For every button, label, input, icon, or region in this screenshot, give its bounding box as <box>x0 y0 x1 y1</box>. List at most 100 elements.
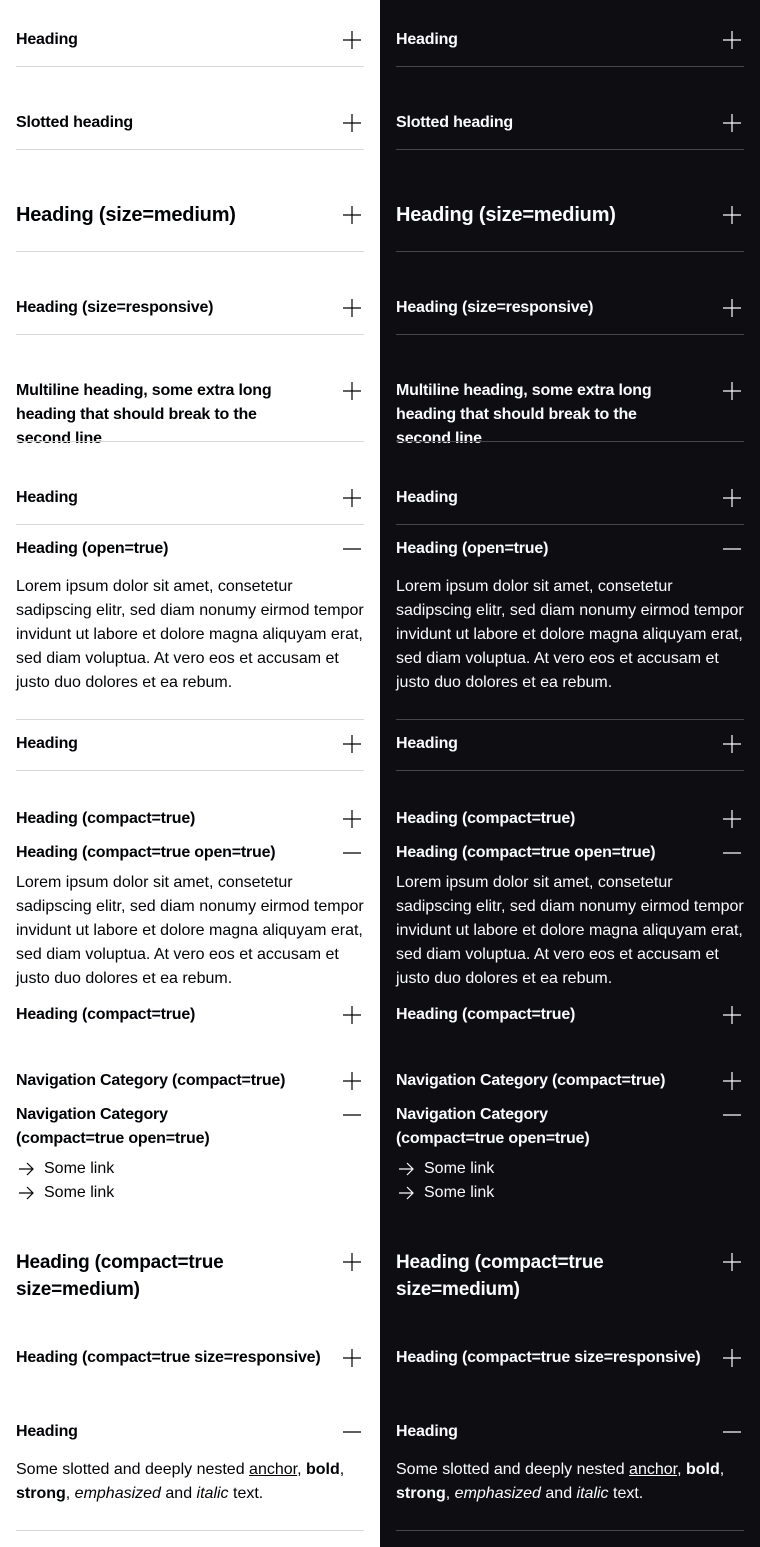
accordion-nav-category[interactable]: Navigation Category (compact=true) <box>16 1069 364 1093</box>
slotted-text: , <box>677 1461 686 1478</box>
accordion-compact[interactable]: Heading (compact=true) <box>16 1003 364 1027</box>
divider <box>396 770 744 771</box>
plus-icon[interactable] <box>342 1252 362 1272</box>
accordion-open[interactable]: Heading (open=true) <box>396 537 744 561</box>
accordion-medium[interactable]: Heading (size=medium) <box>16 201 364 229</box>
divider <box>16 524 364 525</box>
accordion-compact-open[interactable]: Heading (compact=true open=true) <box>16 841 364 865</box>
accordion-heading-open[interactable]: Heading <box>396 1420 744 1444</box>
accordion-compact[interactable]: Heading (compact=true) <box>396 807 744 831</box>
slotted-anchor-link[interactable]: anchor <box>249 1461 297 1478</box>
divider <box>16 770 364 771</box>
accordion-title: Heading (compact=true size=responsive) <box>396 1349 701 1366</box>
minus-icon[interactable] <box>342 1105 362 1125</box>
accordion-medium[interactable]: Heading (size=medium) <box>396 201 744 229</box>
plus-icon[interactable] <box>722 1348 742 1368</box>
accordion-compact[interactable]: Heading (compact=true) <box>396 1003 744 1027</box>
accordion-compact-open[interactable]: Heading (compact=true open=true) <box>396 841 744 865</box>
accordion-heading[interactable]: Heading <box>16 486 364 510</box>
nav-link[interactable]: Some link <box>396 1181 744 1205</box>
accordion-slotted-heading[interactable]: Slotted heading <box>396 111 744 135</box>
divider <box>16 251 364 252</box>
dark-theme-column: Heading Slotted heading Heading (size=me… <box>380 0 760 1547</box>
accordion-heading[interactable]: Heading <box>396 486 744 510</box>
divider <box>16 1530 364 1531</box>
plus-icon[interactable] <box>342 734 362 754</box>
plus-icon[interactable] <box>722 205 742 225</box>
slotted-content: Some slotted and deeply nested anchor, b… <box>396 1458 744 1506</box>
plus-icon[interactable] <box>342 30 362 50</box>
accordion-open[interactable]: Heading (open=true) <box>16 537 364 561</box>
slotted-text: , <box>445 1485 455 1502</box>
accordion-title: Navigation Category (compact=true open=t… <box>16 1106 210 1147</box>
accordion-nav-category-open[interactable]: Navigation Category (compact=true open=t… <box>16 1103 364 1151</box>
accordion-title: Heading (compact=true size=medium) <box>396 1252 604 1300</box>
plus-icon[interactable] <box>342 298 362 318</box>
arrow-right-icon <box>16 1183 36 1203</box>
accordion-title: Heading <box>16 735 78 752</box>
minus-icon[interactable] <box>722 539 742 559</box>
plus-icon[interactable] <box>722 1005 742 1025</box>
nav-link[interactable]: Some link <box>16 1181 364 1205</box>
divider <box>16 334 364 335</box>
accordion-compact-medium[interactable]: Heading (compact=true size=medium) <box>16 1249 364 1303</box>
accordion-heading[interactable]: Heading <box>396 28 744 52</box>
accordion-title: Heading (size=medium) <box>396 204 616 226</box>
plus-icon[interactable] <box>722 734 742 754</box>
plus-icon[interactable] <box>722 1252 742 1272</box>
accordion-title: Heading (open=true) <box>396 540 549 557</box>
minus-icon[interactable] <box>342 843 362 863</box>
plus-icon[interactable] <box>342 113 362 133</box>
plus-icon[interactable] <box>722 1071 742 1091</box>
accordion-nav-category-open[interactable]: Navigation Category (compact=true open=t… <box>396 1103 744 1151</box>
accordion-responsive[interactable]: Heading (size=responsive) <box>16 296 364 320</box>
divider <box>16 66 364 67</box>
accordion-title: Heading (compact=true size=responsive) <box>16 1349 321 1366</box>
accordion-nav-category[interactable]: Navigation Category (compact=true) <box>396 1069 744 1093</box>
plus-icon[interactable] <box>722 381 742 401</box>
plus-icon[interactable] <box>722 809 742 829</box>
accordion-compact[interactable]: Heading (compact=true) <box>16 807 364 831</box>
plus-icon[interactable] <box>342 488 362 508</box>
accordion-title: Navigation Category (compact=true open=t… <box>396 1106 590 1147</box>
accordion-compact-responsive[interactable]: Heading (compact=true size=responsive) <box>396 1346 744 1370</box>
accordion-title: Heading (compact=true) <box>16 1006 196 1023</box>
divider <box>396 149 744 150</box>
plus-icon[interactable] <box>342 1348 362 1368</box>
minus-icon[interactable] <box>342 1422 362 1442</box>
plus-icon[interactable] <box>722 113 742 133</box>
plus-icon[interactable] <box>722 488 742 508</box>
minus-icon[interactable] <box>722 843 742 863</box>
plus-icon[interactable] <box>342 205 362 225</box>
plus-icon[interactable] <box>342 809 362 829</box>
slotted-text: , <box>339 1461 345 1478</box>
minus-icon[interactable] <box>722 1105 742 1125</box>
slotted-anchor-link[interactable]: anchor <box>629 1461 677 1478</box>
plus-icon[interactable] <box>722 30 742 50</box>
minus-icon[interactable] <box>342 539 362 559</box>
accordion-multiline[interactable]: Multiline heading, some extra long headi… <box>16 379 364 447</box>
accordion-title: Heading (size=responsive) <box>396 299 594 316</box>
minus-icon[interactable] <box>722 1422 742 1442</box>
slotted-text: text. <box>608 1485 644 1502</box>
accordion-heading[interactable]: Heading <box>16 732 364 756</box>
accordion-heading[interactable]: Heading <box>396 732 744 756</box>
plus-icon[interactable] <box>342 381 362 401</box>
plus-icon[interactable] <box>342 1005 362 1025</box>
link-label: Some link <box>424 1160 495 1177</box>
accordion-multiline[interactable]: Multiline heading, some extra long headi… <box>396 379 744 447</box>
divider <box>396 66 744 67</box>
plus-icon[interactable] <box>722 298 742 318</box>
accordion-heading[interactable]: Heading <box>16 28 364 52</box>
accordion-heading-open[interactable]: Heading <box>16 1420 364 1444</box>
slotted-bold: bold <box>305 1461 340 1478</box>
slotted-text: Some slotted and deeply nested <box>396 1461 630 1478</box>
nav-link[interactable]: Some link <box>16 1157 364 1181</box>
plus-icon[interactable] <box>342 1071 362 1091</box>
nav-link[interactable]: Some link <box>396 1157 744 1181</box>
accordion-slotted-heading[interactable]: Slotted heading <box>16 111 364 135</box>
accordion-title: Heading (compact=true) <box>396 1006 576 1023</box>
accordion-compact-responsive[interactable]: Heading (compact=true size=responsive) <box>16 1346 364 1370</box>
accordion-compact-medium[interactable]: Heading (compact=true size=medium) <box>396 1249 744 1303</box>
accordion-responsive[interactable]: Heading (size=responsive) <box>396 296 744 320</box>
